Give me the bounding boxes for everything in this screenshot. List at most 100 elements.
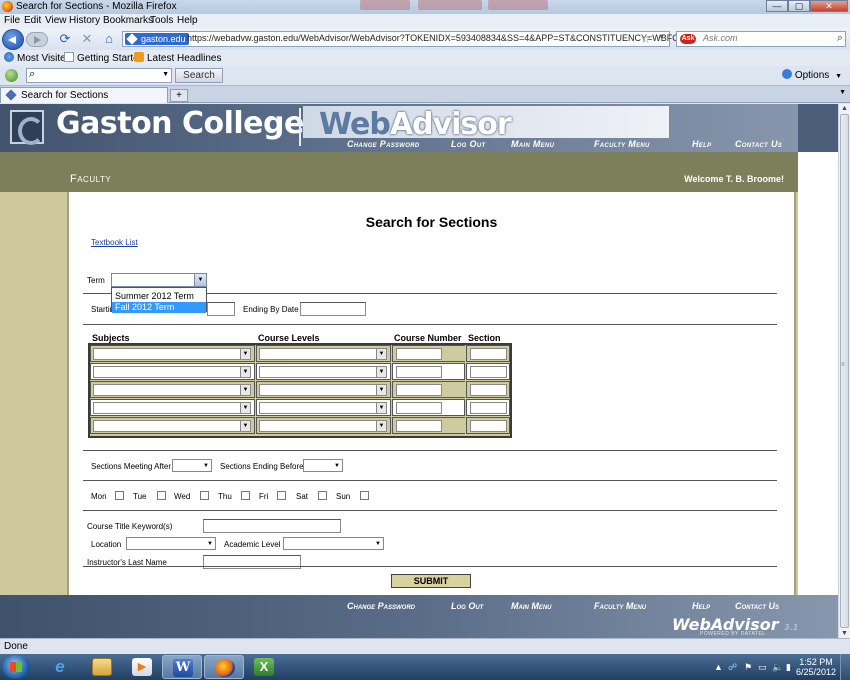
course-level-select[interactable]: ▼ [259,366,387,378]
toolbar-options[interactable]: Options ▼ [781,69,842,81]
toolbar-search-input[interactable]: ⌕ ▼ [26,68,172,83]
section-input[interactable] [470,420,507,432]
course-number-input[interactable] [396,366,442,378]
bookmark-most-visited[interactable]: Most Visited [4,52,71,64]
taskbar-word[interactable]: W [162,655,202,679]
back-button[interactable] [2,29,24,50]
taskbar-file-explorer[interactable] [82,655,122,679]
subject-select[interactable]: ▼ [93,420,251,432]
power-icon[interactable]: ▮ [786,662,791,673]
nav-main-menu[interactable]: Main Menu [511,139,554,149]
subject-select[interactable]: ▼ [93,366,251,378]
footer-nav-main-menu[interactable]: Main Menu [511,601,552,611]
footer-nav-log-out[interactable]: Log Out [451,601,483,611]
starting-date-input[interactable] [207,302,235,316]
term-select[interactable]: ▼ [111,273,207,287]
chevron-down-icon[interactable]: ▼ [240,367,250,377]
bookmark-latest-headlines[interactable]: Latest Headlines [134,52,222,64]
display-icon[interactable]: ▭ [758,662,767,673]
menu-tools[interactable]: Tools [150,15,173,26]
academic-level-select[interactable]: ▼ [283,537,384,550]
new-tab-button[interactable]: + [170,89,188,102]
nav-help[interactable]: Help [692,139,711,149]
checkbox-tue[interactable] [157,491,166,500]
course-level-select[interactable]: ▼ [259,420,387,432]
term-option-summer-2012[interactable]: Summer 2012 Term [112,291,206,302]
course-number-input[interactable] [396,348,442,360]
menu-edit[interactable]: Edit [24,15,41,26]
keyword-input[interactable] [203,519,341,533]
meeting-after-select[interactable]: ▼ [172,459,212,472]
checkbox-sat[interactable] [318,491,327,500]
menu-help[interactable]: Help [177,15,198,26]
scrollbar-thumb[interactable] [840,114,849,628]
chevron-down-icon[interactable]: ▼ [376,367,386,377]
action-center-icon[interactable]: ⚑ [744,662,752,673]
chevron-down-icon[interactable]: ▼ [376,403,386,413]
course-number-input[interactable] [396,420,442,432]
taskbar-media-player[interactable]: ▶ [122,655,162,679]
maximize-button[interactable]: ▢ [788,0,810,12]
reload-icon[interactable]: ⟳ [58,32,72,46]
menu-view[interactable]: View [45,15,67,26]
tray-expand-icon[interactable]: ▲ [714,662,723,672]
toolbar-search-button[interactable]: Search [175,68,223,83]
location-select[interactable]: ▼ [126,537,216,550]
network-icon[interactable]: ☍ [728,662,737,673]
chevron-down-icon[interactable]: ▼ [203,461,209,471]
url-bar[interactable]: gaston.edu https://webadvw.gaston.edu/We… [122,31,679,47]
footer-nav-faculty-menu[interactable]: Faculty Menu [594,601,646,611]
chevron-down-icon[interactable]: ▼ [376,349,386,359]
subject-select[interactable]: ▼ [93,384,251,396]
taskbar-internet-explorer[interactable]: e [40,655,80,679]
footer-nav-change-password[interactable]: Change Password [347,601,415,611]
checkbox-wed[interactable] [200,491,209,500]
subject-select[interactable]: ▼ [93,402,251,414]
home-icon[interactable]: ⌂ [102,32,116,46]
close-button[interactable]: ✕ [810,0,848,12]
chevron-down-icon[interactable]: ▼ [375,539,381,549]
chevron-down-icon[interactable]: ▼ [207,539,213,549]
taskbar-excel[interactable]: X [244,655,284,679]
chevron-down-icon[interactable]: ▼ [334,461,340,471]
vertical-scrollbar[interactable]: ▲ ≡ ▼ [838,104,850,638]
nav-change-password[interactable]: Change Password [347,139,420,149]
checkbox-mon[interactable] [115,491,124,500]
bookmark-star-icon[interactable]: ☆ [640,32,651,46]
term-option-fall-2012[interactable]: Fall 2012 Term [112,302,206,313]
minimize-button[interactable]: — [766,0,788,12]
course-number-input[interactable] [396,384,442,396]
nav-log-out[interactable]: Log Out [451,139,485,149]
section-input[interactable] [470,402,507,414]
section-input[interactable] [470,366,507,378]
stop-icon[interactable]: ✕ [80,32,94,46]
menu-history[interactable]: History [69,15,100,26]
tab-list-dropdown-icon[interactable]: ▼ [839,89,846,96]
web-search-box[interactable]: Ask Ask.com ⌕ [676,31,846,47]
chevron-down-icon[interactable]: ▼ [240,403,250,413]
url-dropdown-icon[interactable]: ▼ [658,34,665,41]
textbook-list-link[interactable]: Textbook List [91,238,138,247]
ending-date-input[interactable] [300,302,366,316]
checkbox-sun[interactable] [360,491,369,500]
tab-search-for-sections[interactable]: Search for Sections [0,87,168,103]
chevron-down-icon[interactable]: ▼ [240,385,250,395]
toolbar-globe-icon[interactable] [5,69,18,82]
chevron-down-icon[interactable]: ▼ [240,421,250,431]
volume-icon[interactable]: 🔈 [772,662,783,673]
search-icon[interactable]: ⌕ [837,32,843,45]
taskbar-firefox[interactable] [204,655,244,679]
submit-button[interactable]: SUBMIT [391,574,471,588]
ending-before-select[interactable]: ▼ [303,459,343,472]
nav-contact-us[interactable]: Contact Us [735,139,782,149]
chevron-down-icon[interactable]: ▼ [240,349,250,359]
subject-select[interactable]: ▼ [93,348,251,360]
scroll-down-icon[interactable]: ▼ [841,630,848,637]
forward-button[interactable] [26,32,48,47]
section-input[interactable] [470,348,507,360]
course-level-select[interactable]: ▼ [259,348,387,360]
bookmark-getting-started[interactable]: Getting Started [64,52,144,64]
course-number-input[interactable] [396,402,442,414]
menu-file[interactable]: File [4,15,20,26]
chevron-down-icon[interactable]: ▼ [376,421,386,431]
